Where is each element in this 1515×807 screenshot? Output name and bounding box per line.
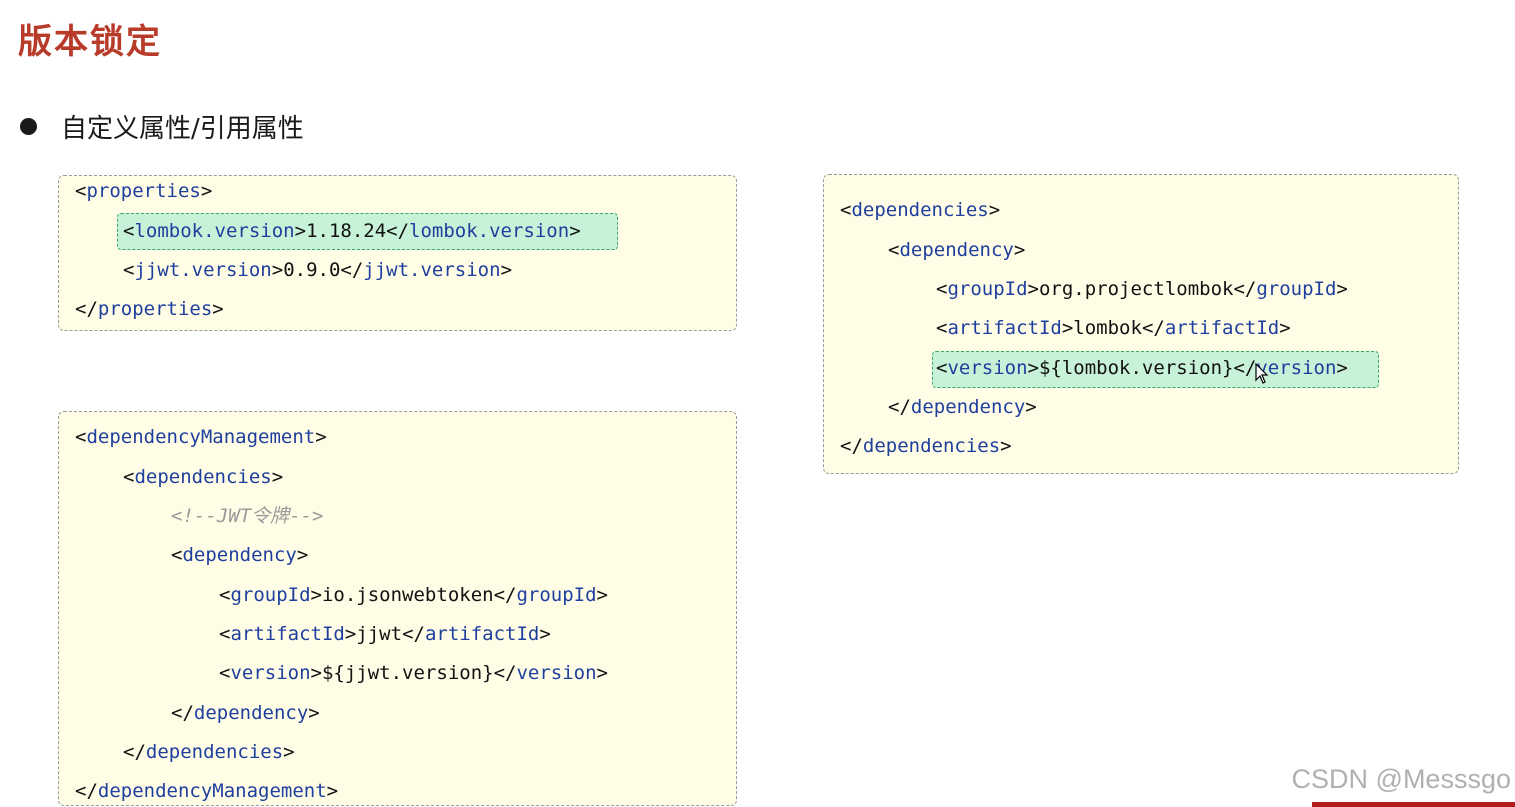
code-line: </dependencies> <box>123 741 295 763</box>
code-line: <lombok.version>1.18.24</lombok.version> <box>123 220 581 242</box>
code-line: <dependencies> <box>123 466 284 488</box>
code-line: </dependency> <box>888 396 1037 418</box>
jwt-comment: <!--JWT令牌--> <box>171 505 324 527</box>
code-line: <groupId>org.projectlombok</groupId> <box>936 278 1348 300</box>
dependencies-code-box: <dependencies> <dependency> <groupId>org… <box>823 174 1459 474</box>
code-line: <dependency> <box>888 239 1026 261</box>
properties-code-box: <properties> <lombok.version>1.18.24</lo… <box>58 175 737 331</box>
code-line: <artifactId>jjwt</artifactId> <box>219 623 551 645</box>
code-line: </dependencies> <box>840 435 1012 457</box>
code-line: <jjwt.version>0.9.0</jjwt.version> <box>123 259 513 281</box>
page-title: 版本锁定 <box>18 22 162 62</box>
code-line: <version>${lombok.version}</version> <box>936 357 1348 379</box>
corner-accent-bar <box>1312 802 1515 807</box>
code-line: </dependencyManagement> <box>75 780 339 802</box>
code-line: <version>${jjwt.version}</version> <box>219 662 608 684</box>
bullet-item: 自定义属性/引用属性 <box>20 108 304 145</box>
mouse-cursor-icon <box>1255 363 1269 384</box>
code-line: <dependency> <box>171 544 309 566</box>
code-line: <dependencyManagement> <box>75 426 327 448</box>
code-line: </dependency> <box>171 702 320 724</box>
code-line: </properties> <box>75 298 224 320</box>
code-line: <artifactId>lombok</artifactId> <box>936 317 1291 339</box>
bullet-dot-icon <box>20 118 37 135</box>
code-line: <dependencies> <box>840 199 1001 221</box>
watermark: CSDN @Messsgo <box>1291 764 1511 794</box>
bullet-text: 自定义属性/引用属性 <box>61 114 304 144</box>
dependency-management-code-box: <dependencyManagement> <dependencies> <!… <box>58 411 737 806</box>
code-line: <properties> <box>75 180 213 202</box>
code-line: <groupId>io.jsonwebtoken</groupId> <box>219 584 608 606</box>
